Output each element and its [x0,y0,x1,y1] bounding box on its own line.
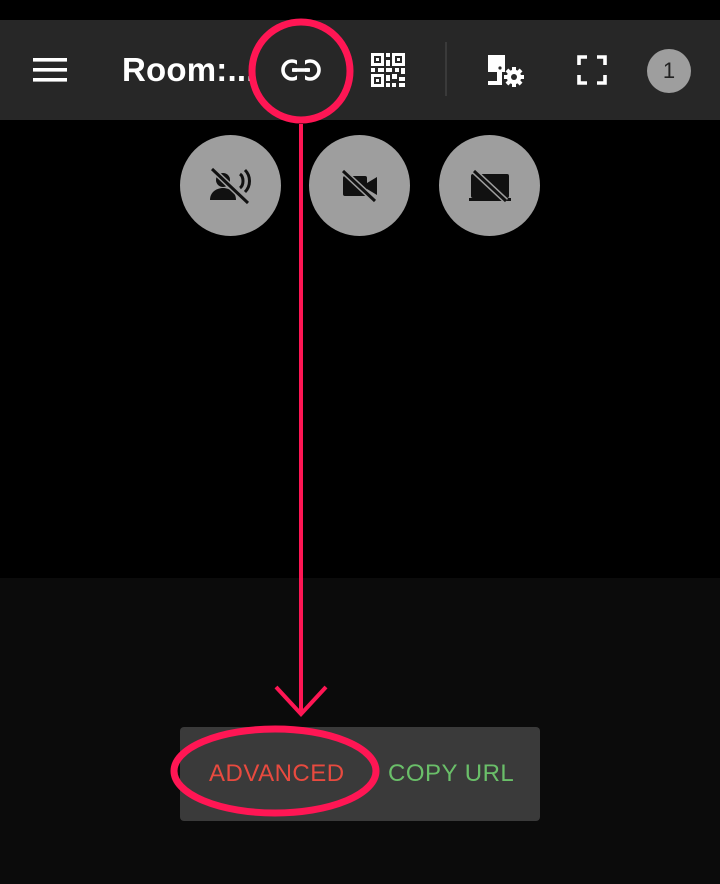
screen-share-off-icon [468,168,511,203]
menu-icon [33,58,67,82]
room-settings-icon [488,55,524,87]
menu-button[interactable] [20,20,80,120]
participant-count-badge[interactable]: 1 [647,49,691,93]
advanced-button[interactable]: ADVANCED [209,727,345,821]
share-snackbar: ADVANCED COPY URL [180,727,540,821]
camera-toggle-button[interactable] [309,135,410,236]
app-toolbar: Room:... 1 [0,20,720,120]
videocam-off-icon [340,168,377,203]
qr-code-button[interactable] [358,20,418,120]
link-icon [281,59,321,81]
fullscreen-button[interactable] [562,20,622,120]
toolbar-divider [445,42,447,96]
room-title: Room:... [122,51,256,88]
mic-toggle-button[interactable] [180,135,281,236]
copy-url-button[interactable]: COPY URL [388,727,514,821]
mic-off-icon [209,166,251,205]
copy-link-button[interactable] [270,20,332,120]
screen-share-toggle-button[interactable] [439,135,540,236]
room-settings-button[interactable] [476,20,536,120]
fullscreen-icon [577,55,607,85]
qr-code-icon [371,53,405,87]
